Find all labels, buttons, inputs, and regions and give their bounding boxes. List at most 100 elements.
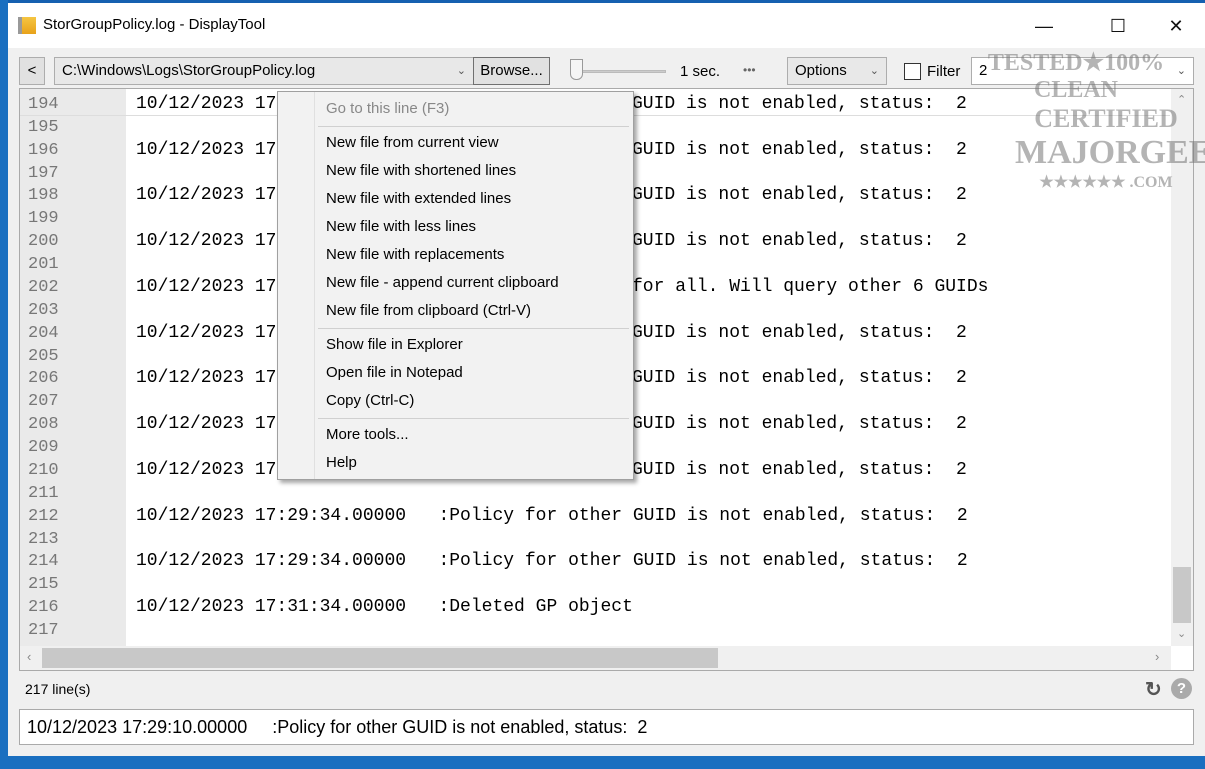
menu-item[interactable]: New file with extended lines: [326, 190, 511, 207]
line-count: 217 line(s): [25, 681, 91, 697]
log-line[interactable]: 216 10/12/2023 17:31:34.00000 :Deleted GP…: [20, 596, 1170, 619]
filter-checkbox[interactable]: [904, 63, 921, 80]
line-text: 10/12/2023 17: [136, 459, 277, 480]
log-line[interactable]: 213: [20, 528, 1170, 551]
interval-slider-thumb[interactable]: [570, 59, 583, 80]
line-number: 195: [28, 117, 59, 137]
menu-item[interactable]: New file with less lines: [326, 218, 476, 235]
interval-slider-track[interactable]: [574, 70, 666, 73]
line-number: 211: [28, 483, 59, 503]
line-number: 202: [28, 277, 59, 297]
line-text-right: GUID is not enabled, status: 2: [632, 368, 967, 389]
file-path-combo[interactable]: C:\Windows\Logs\StorGroupPolicy.log ⌄: [54, 57, 474, 85]
line-number: 201: [28, 255, 59, 275]
menu-separator: [318, 126, 629, 127]
menu-item[interactable]: Open file in Notepad: [326, 364, 463, 381]
line-text-right: GUID is not enabled, status: 2: [632, 231, 967, 252]
refresh-icon[interactable]: ↻: [1145, 677, 1162, 702]
menu-separator: [318, 328, 629, 329]
line-text-right: GUID is not enabled, status: 2: [632, 94, 967, 114]
line-text: 10/12/2023 17: [136, 139, 277, 160]
majorgeeks-watermark: TESTED★100% CLEAN CERTIFIED MAJORGEEKS ★…: [987, 50, 1205, 191]
context-menu: Go to this line (F3) New file from curren…: [277, 91, 634, 480]
line-text: 10/12/2023 17:29:34.00000 :Policy for ot…: [136, 505, 968, 526]
log-line[interactable]: 215: [20, 573, 1170, 596]
menu-item[interactable]: New file - append current clipboard: [326, 274, 559, 291]
line-text: 10/12/2023 17: [136, 231, 277, 252]
line-text: 10/12/2023 17: [136, 185, 277, 206]
line-number: 198: [28, 186, 59, 206]
horizontal-scrollbar[interactable]: ‹ ›: [20, 646, 1171, 670]
menu-item[interactable]: New file with replacements: [326, 246, 504, 263]
menu-item[interactable]: New file with shortened lines: [326, 162, 516, 179]
menu-item[interactable]: Show file in Explorer: [326, 336, 463, 353]
line-number: 217: [28, 621, 59, 640]
line-number: 214: [28, 552, 59, 572]
menu-item[interactable]: New file from current view: [326, 134, 499, 151]
detail-line[interactable]: 10/12/2023 17:29:10.00000 :Policy for ot…: [19, 709, 1194, 745]
help-icon[interactable]: ?: [1171, 678, 1192, 699]
interval-label: 1 sec.: [680, 63, 721, 80]
line-number: 204: [28, 323, 59, 343]
line-text-right: GUID is not enabled, status: 2: [632, 459, 967, 480]
menu-item[interactable]: Help: [326, 454, 357, 471]
options-label: Options: [795, 62, 847, 79]
line-number: 216: [28, 598, 59, 618]
log-line[interactable]: 211: [20, 482, 1170, 505]
line-text-right: GUID is not enabled, status: 2: [632, 139, 967, 160]
line-text-right: for all. Will query other 6 GUIDs: [632, 276, 989, 297]
options-dropdown[interactable]: Options ⌄: [787, 57, 887, 85]
line-text: 10/12/2023 17:29:34.00000 :Policy for ot…: [136, 551, 968, 572]
line-number: 213: [28, 529, 59, 549]
line-number: 205: [28, 346, 59, 366]
line-number: 203: [28, 300, 59, 320]
line-text: 10/12/2023 17:31:34.00000 :Deleted GP ob…: [136, 597, 633, 618]
maximize-button[interactable]: ☐: [1095, 11, 1141, 41]
menu-separator: [318, 418, 629, 419]
window-title: StorGroupPolicy.log - DisplayTool: [43, 16, 266, 33]
line-number: 210: [28, 460, 59, 480]
line-number: 199: [28, 209, 59, 229]
line-text-right: GUID is not enabled, status: 2: [632, 414, 967, 435]
chevron-down-icon: ⌄: [456, 65, 466, 77]
menu-item[interactable]: More tools...: [326, 426, 409, 443]
title-bar: StorGroupPolicy.log - DisplayTool — ☐ ✕: [8, 3, 1205, 48]
line-number: 196: [28, 140, 59, 160]
line-text-right: GUID is not enabled, status: 2: [632, 322, 967, 343]
close-button[interactable]: ✕: [1153, 11, 1199, 41]
horizontal-scroll-thumb[interactable]: [42, 648, 718, 668]
line-text: 10/12/2023 17: [136, 414, 277, 435]
line-text: 10/12/2023 17: [136, 276, 277, 297]
browse-button[interactable]: Browse...: [473, 57, 550, 85]
line-text: 10/12/2023 17: [136, 368, 277, 389]
line-number: 208: [28, 415, 59, 435]
file-path-value: C:\Windows\Logs\StorGroupPolicy.log: [62, 62, 316, 79]
back-button[interactable]: <: [19, 57, 45, 85]
chevron-down-icon: ⌄: [869, 65, 879, 77]
line-number: 209: [28, 438, 59, 458]
line-text: 10/12/2023 17: [136, 94, 277, 114]
line-number: 207: [28, 392, 59, 412]
line-number: 212: [28, 506, 59, 526]
line-number: 197: [28, 163, 59, 183]
log-line[interactable]: 212 10/12/2023 17:29:34.00000 :Policy for…: [20, 505, 1170, 528]
menu-item[interactable]: Copy (Ctrl-C): [326, 392, 414, 409]
minimize-button[interactable]: —: [1021, 11, 1067, 41]
menu-icon-strip: [314, 92, 315, 479]
log-line[interactable]: 214 10/12/2023 17:29:34.00000 :Policy for…: [20, 550, 1170, 573]
line-text: 10/12/2023 17: [136, 322, 277, 343]
more-button[interactable]: •••: [743, 63, 756, 77]
line-number: 200: [28, 232, 59, 252]
menu-item[interactable]: New file from clipboard (Ctrl-V): [326, 302, 531, 319]
vertical-scroll-thumb[interactable]: [1173, 567, 1191, 623]
scroll-left-icon[interactable]: ‹: [27, 649, 31, 664]
line-number: 194: [28, 95, 59, 114]
menu-item[interactable]: Go to this line (F3): [326, 100, 449, 117]
line-text-right: GUID is not enabled, status: 2: [632, 185, 967, 206]
line-number: 215: [28, 575, 59, 595]
app-icon: [18, 17, 36, 34]
scroll-down-icon[interactable]: ⌄: [1177, 627, 1186, 640]
line-number: 206: [28, 369, 59, 389]
scroll-right-icon[interactable]: ›: [1155, 649, 1159, 664]
log-line[interactable]: 217: [20, 619, 1170, 642]
